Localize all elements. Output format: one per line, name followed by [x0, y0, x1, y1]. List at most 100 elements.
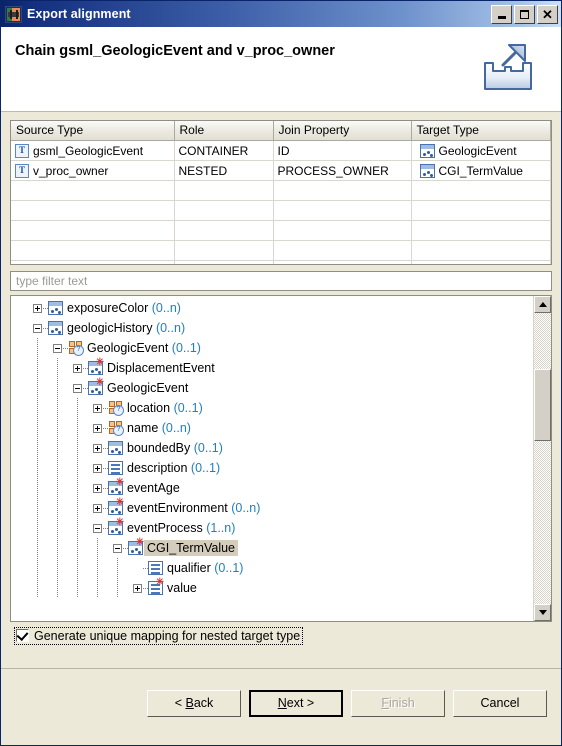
- unique-mapping-label: Generate unique mapping for nested targe…: [34, 628, 301, 643]
- tree-node[interactable]: ✳ GeologicEvent: [11, 378, 533, 398]
- tree-node[interactable]: ✳ CGI_TermValue: [11, 538, 533, 558]
- cell-role: NESTED: [174, 160, 274, 181]
- tree-node-label: eventEnvironment (0..n): [127, 501, 261, 515]
- cell-text: GeologicEvent: [438, 143, 517, 158]
- tree-node-cardinality: (0..1): [210, 561, 244, 575]
- tree-node[interactable]: ? GeologicEvent (0..1): [11, 338, 533, 358]
- tree-collapse-icon[interactable]: [53, 343, 62, 353]
- tree-collapse-icon[interactable]: [33, 323, 42, 333]
- tree-node-label: CGI_TermValue: [144, 540, 238, 556]
- class-type-icon: [48, 301, 63, 315]
- class-star-icon: ✳: [88, 358, 104, 375]
- tree-node-cardinality: (0..n): [158, 421, 191, 435]
- tree-node-label: value: [167, 581, 197, 595]
- property-icon: [148, 561, 163, 575]
- tree-node-label: DisplacementEvent: [107, 361, 215, 375]
- export-arrow-icon: [479, 41, 537, 95]
- table-row-empty[interactable]: [11, 240, 551, 261]
- tree-node[interactable]: ? location (0..1): [11, 398, 533, 418]
- next-button[interactable]: Next >: [249, 689, 343, 717]
- tree-collapse-icon[interactable]: [73, 383, 82, 393]
- column-header-role[interactable]: Role: [174, 121, 274, 141]
- scroll-up-arrow[interactable]: [534, 296, 551, 313]
- cell-text: gsml_GeologicEvent: [33, 143, 144, 158]
- cell-join-property: ID: [273, 140, 412, 161]
- tree-node[interactable]: exposureColor (0..n): [11, 298, 533, 318]
- tree-node[interactable]: ✳ eventEnvironment (0..n): [11, 498, 533, 518]
- tree-expand-icon[interactable]: [93, 483, 102, 493]
- scroll-down-arrow[interactable]: [534, 603, 551, 621]
- tree-node-label: eventAge: [127, 481, 180, 495]
- tree-node-cardinality: (0..n): [227, 501, 261, 515]
- tree-collapse-icon[interactable]: [113, 543, 122, 553]
- tree-node[interactable]: boundedBy (0..1): [11, 438, 533, 458]
- tree-node-label: boundedBy (0..1): [127, 441, 223, 455]
- column-header-target-type[interactable]: Target Type: [411, 121, 551, 141]
- tree-node[interactable]: ✳ eventAge: [11, 478, 533, 498]
- tree-expand-icon[interactable]: [93, 423, 102, 433]
- tree-node[interactable]: description (0..1): [11, 458, 533, 478]
- tree-expand-icon[interactable]: [133, 583, 142, 593]
- close-button[interactable]: ✕: [537, 4, 558, 24]
- tree-node-cardinality: (0..1): [168, 341, 201, 355]
- cell-target-type: GeologicEvent: [411, 140, 551, 161]
- unique-mapping-row: Generate unique mapping for nested targe…: [10, 622, 552, 646]
- tree-vertical-scrollbar[interactable]: [533, 296, 551, 621]
- tree-expand-icon[interactable]: [33, 303, 42, 313]
- filter-placeholder: type filter text: [16, 274, 88, 288]
- tree-node-cardinality: (0..1): [190, 441, 223, 455]
- schema-tree[interactable]: exposureColor (0..n) geologicHistory (0..…: [10, 295, 552, 622]
- table-row-empty[interactable]: [11, 220, 551, 241]
- cell-source-type: T v_proc_owner: [11, 160, 175, 181]
- tree-expand-icon[interactable]: [73, 363, 82, 373]
- tree-node[interactable]: ✳ eventProcess (1..n): [11, 518, 533, 538]
- table-row[interactable]: T gsml_GeologicEvent CONTAINER ID Geolog…: [11, 140, 551, 161]
- tree-node[interactable]: ? name (0..n): [11, 418, 533, 438]
- cell-source-type: T gsml_GeologicEvent: [11, 140, 175, 161]
- tree-expand-icon[interactable]: [93, 443, 102, 453]
- table-header-row: Source Type Role Join Property Target Ty…: [11, 121, 551, 141]
- filter-input[interactable]: type filter text: [10, 271, 552, 291]
- tree-node-cardinality: (0..n): [148, 301, 181, 315]
- column-header-join-property[interactable]: Join Property: [273, 121, 412, 141]
- scroll-track[interactable]: [534, 313, 551, 604]
- mapping-table[interactable]: Source Type Role Join Property Target Ty…: [10, 120, 552, 265]
- class-star-icon: ✳: [108, 498, 124, 515]
- tree-node-label: GeologicEvent (0..1): [87, 341, 201, 355]
- class-star-icon: ✳: [108, 478, 124, 495]
- tree-node[interactable]: ✳ DisplacementEvent: [11, 358, 533, 378]
- tree-expand-icon[interactable]: [93, 503, 102, 513]
- dialog-footer-strip: [1, 737, 561, 745]
- column-header-source-type[interactable]: Source Type: [11, 121, 175, 141]
- checkbox-box[interactable]: [16, 628, 29, 642]
- tree-node-label: location (0..1): [127, 401, 203, 415]
- cancel-button[interactable]: Cancel: [453, 689, 547, 717]
- export-app-icon: [5, 5, 22, 23]
- table-row-empty[interactable]: [11, 200, 551, 221]
- tree-node-label: name (0..n): [127, 421, 191, 435]
- tree-expand-icon[interactable]: [93, 463, 102, 473]
- table-row-empty[interactable]: [11, 180, 551, 201]
- unique-mapping-checkbox[interactable]: Generate unique mapping for nested targe…: [14, 626, 304, 645]
- tree-expand-icon[interactable]: [93, 403, 102, 413]
- maximize-button[interactable]: [514, 4, 535, 24]
- tree-node-cardinality: (0..1): [187, 461, 221, 475]
- page-title: Chain gsml_GeologicEvent and v_proc_owne…: [15, 43, 335, 59]
- tree-node[interactable]: qualifier (0..1): [11, 558, 533, 578]
- tree-node[interactable]: geologicHistory (0..n): [11, 318, 533, 338]
- table-type-icon: T: [15, 163, 29, 178]
- minimize-button[interactable]: [491, 4, 512, 24]
- title-bar: Export alignment ✕: [1, 1, 561, 27]
- cell-text: v_proc_owner: [33, 163, 109, 178]
- tree-collapse-icon[interactable]: [93, 523, 102, 533]
- back-button[interactable]: < Back: [147, 689, 241, 717]
- table-row-empty[interactable]: [11, 260, 551, 264]
- tree-node[interactable]: ✳ value: [11, 578, 533, 598]
- grid-type-icon: ?: [108, 401, 124, 416]
- dialog-body: Source Type Role Join Property Target Ty…: [1, 112, 561, 668]
- table-row[interactable]: T v_proc_owner NESTED PROCESS_OWNER CGI_…: [11, 160, 551, 181]
- finish-button[interactable]: Finish: [351, 689, 445, 717]
- cell-role: CONTAINER: [174, 140, 274, 161]
- scroll-thumb[interactable]: [534, 369, 551, 441]
